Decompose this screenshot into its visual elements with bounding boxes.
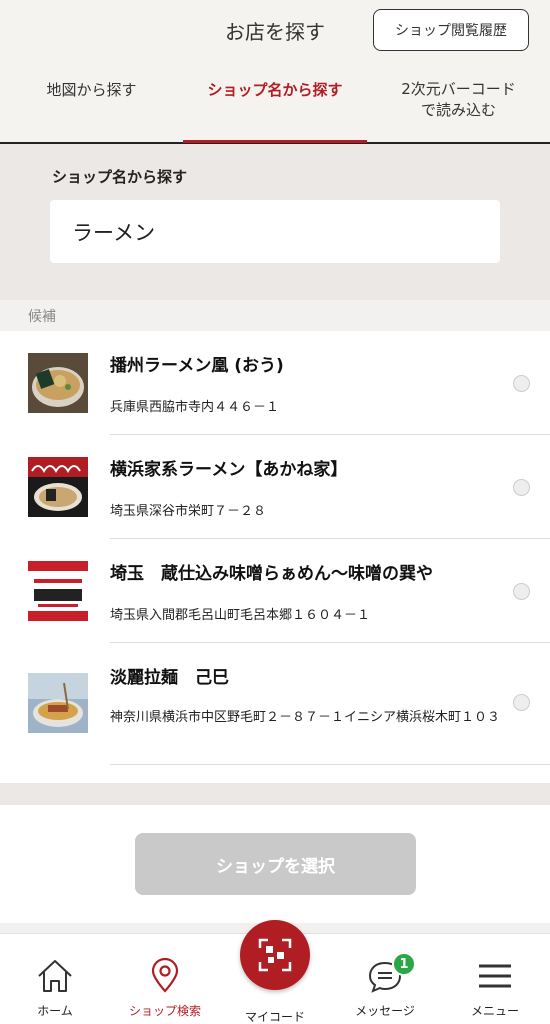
shop-name: 埼玉 蔵仕込み味噌らぁめん〜味噌の巽や bbox=[110, 564, 433, 584]
tab-name-search[interactable]: ショップ名から探す bbox=[183, 50, 367, 130]
candidates-label: 候補 bbox=[28, 309, 56, 325]
select-shop-button[interactable]: ショップを選択 bbox=[135, 833, 416, 895]
message-badge: 1 bbox=[392, 952, 416, 976]
akaneya-logo-icon bbox=[28, 457, 88, 517]
tab-map-search[interactable]: 地図から探す bbox=[0, 50, 183, 130]
active-tab-indicator bbox=[183, 140, 367, 143]
nav-label: メニュー bbox=[470, 1004, 519, 1018]
home-icon bbox=[38, 960, 72, 992]
shop-address: 埼玉県入間郡毛呂山町毛呂本郷１６０４－１ bbox=[110, 608, 371, 623]
my-code-button[interactable] bbox=[240, 920, 310, 990]
nav-home[interactable]: ホーム bbox=[0, 934, 110, 1024]
shop-radio[interactable] bbox=[513, 694, 530, 711]
ramen-bowl-photo-icon bbox=[28, 353, 88, 413]
shop-name: 淡麗拉麺 己巳 bbox=[110, 668, 229, 688]
list-item[interactable]: 横浜家系ラーメン【あかね家】 埼玉県深谷市栄町７－２８ bbox=[0, 435, 550, 539]
nav-label: ショップ検索 bbox=[128, 1004, 201, 1018]
nav-shop-search[interactable]: ショップ検索 bbox=[110, 934, 220, 1024]
qr-code-icon bbox=[258, 938, 292, 972]
shop-history-button[interactable]: ショップ閲覧履歴 bbox=[373, 9, 529, 51]
list-item[interactable]: 埼玉 蔵仕込み味噌らぁめん〜味噌の巽や 埼玉県入間郡毛呂山町毛呂本郷１６０４－１ bbox=[0, 539, 550, 643]
search-section: ショップ名から探す ラーメン bbox=[0, 144, 550, 300]
bottom-nav: ホーム ショップ検索 マイコード メッセージ 1 メニュー bbox=[0, 920, 550, 1024]
select-button-area: ショップを選択 bbox=[0, 805, 550, 923]
nav-label: メッセージ bbox=[355, 1004, 415, 1018]
list-item[interactable]: 播州ラーメン凰 (おう) 兵庫県西脇市寺内４４６－１ bbox=[0, 331, 550, 435]
shop-name: 播州ラーメン凰 (おう) bbox=[110, 356, 284, 376]
shop-radio[interactable] bbox=[513, 375, 530, 392]
shop-address: 神奈川県横浜市中区野毛町２－８７－１イニシア横浜桜木町１０３ bbox=[110, 710, 501, 725]
nav-label: マイコード bbox=[244, 1010, 305, 1024]
nav-messages[interactable]: メッセージ bbox=[330, 934, 440, 1024]
ramen-bowl-photo-icon bbox=[28, 673, 88, 733]
tab-barcode-search[interactable]: 2次元バーコード で読み込む bbox=[367, 60, 550, 140]
shop-name: 横浜家系ラーメン【あかね家】 bbox=[110, 460, 348, 480]
list-item[interactable]: 淡麗拉麺 己巳 神奈川県横浜市中区野毛町２－８７－１イニシア横浜桜木町１０３ bbox=[0, 643, 550, 765]
search-input[interactable]: ラーメン bbox=[50, 200, 500, 263]
shop-address: 兵庫県西脇市寺内４４６－１ bbox=[110, 400, 280, 415]
nav-my-code[interactable]: マイコード bbox=[220, 920, 330, 1024]
shop-list: 播州ラーメン凰 (おう) 兵庫県西脇市寺内４４６－１ 横浜家系ラーメン【あかね家… bbox=[0, 331, 550, 783]
shop-radio[interactable] bbox=[513, 479, 530, 496]
search-label: ショップ名から探す bbox=[52, 168, 188, 186]
tab-barcode-label: 2次元バーコード で読み込む bbox=[401, 80, 516, 119]
shop-address: 埼玉県深谷市栄町７－２８ bbox=[110, 504, 267, 519]
shop-radio[interactable] bbox=[513, 583, 530, 600]
tatsumiya-logo-icon bbox=[28, 561, 88, 621]
divider bbox=[110, 764, 550, 765]
nav-label: ホーム bbox=[37, 1004, 73, 1018]
menu-icon bbox=[479, 964, 511, 988]
search-tabs: 地図から探す ショップ名から探す 2次元バーコード で読み込む bbox=[0, 62, 550, 144]
section-gap bbox=[0, 783, 550, 805]
nav-menu[interactable]: メニュー bbox=[440, 934, 550, 1024]
location-pin-icon bbox=[151, 957, 179, 993]
